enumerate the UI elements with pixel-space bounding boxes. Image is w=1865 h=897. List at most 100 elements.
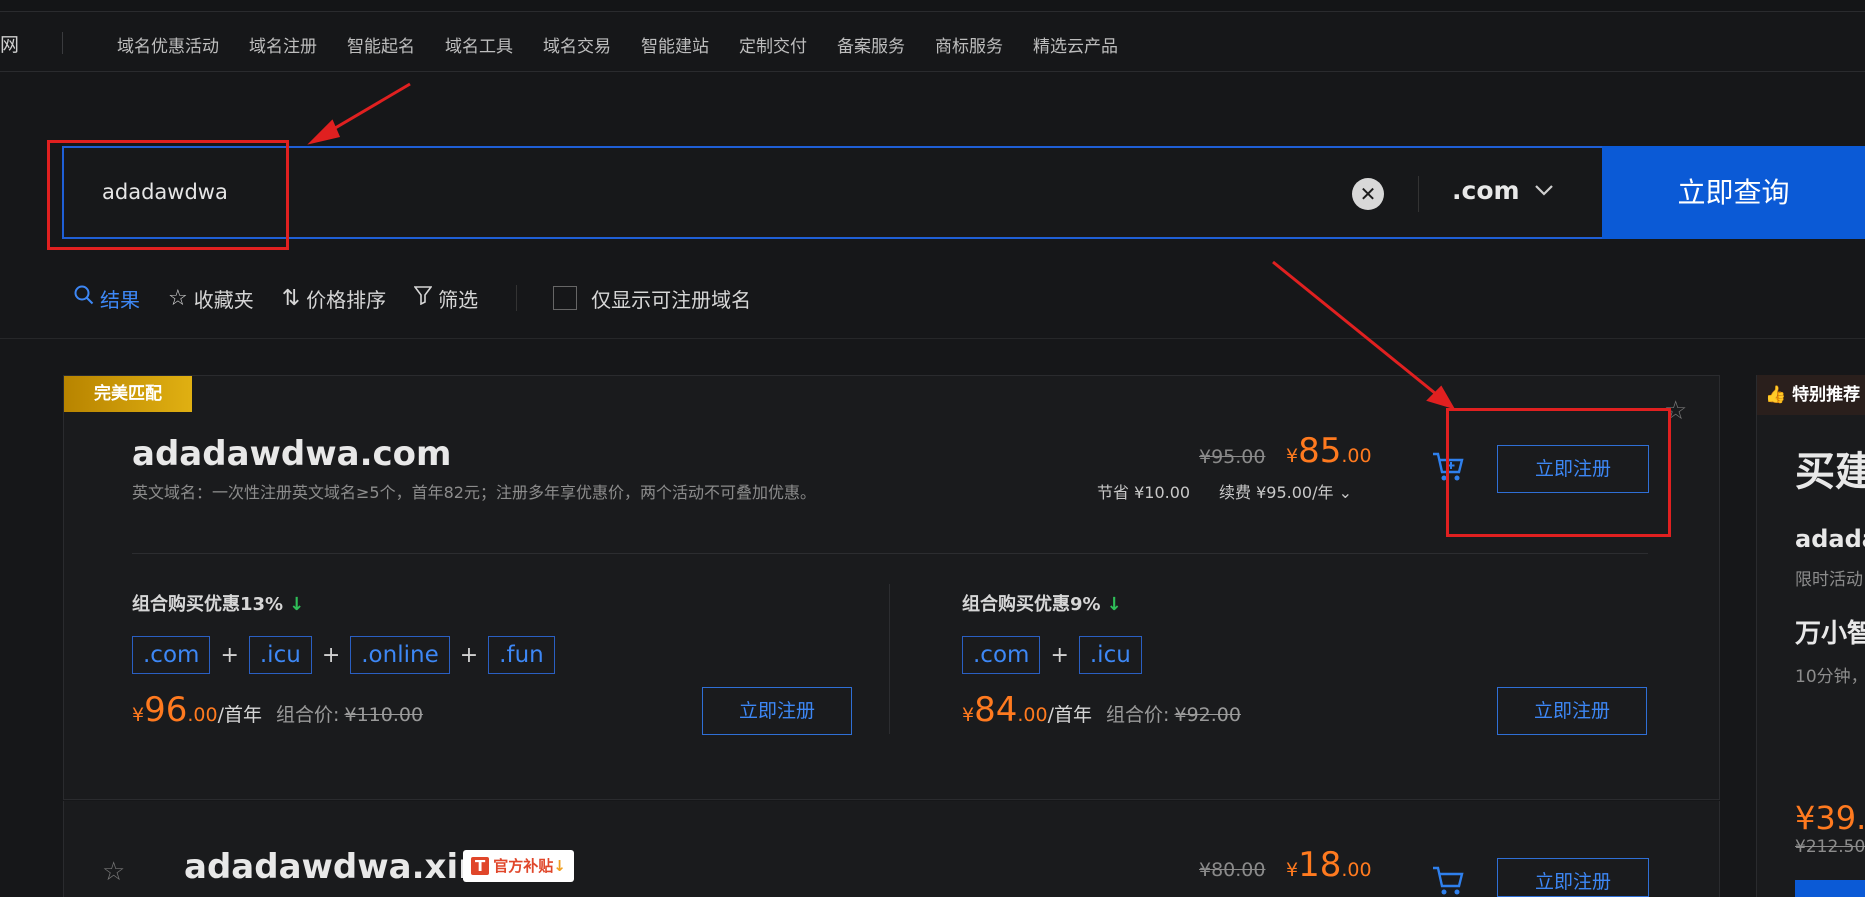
cart-icon[interactable]	[1431, 865, 1465, 897]
plus-sign: +	[220, 642, 239, 668]
filter-label: 筛选	[438, 287, 479, 312]
side-price: ¥39.0	[1795, 799, 1865, 837]
nav-item-domain-register[interactable]: 域名注册	[249, 32, 317, 57]
tld-select[interactable]: .com	[1452, 176, 1554, 205]
tab-favorites-label: 收藏夹	[193, 287, 254, 312]
tld-tag[interactable]: .com	[962, 636, 1041, 674]
nav-item-smart-naming[interactable]: 智能起名	[347, 32, 415, 57]
down-arrow-icon: ↓	[289, 594, 305, 615]
tld-tag[interactable]: .fun	[488, 636, 555, 674]
current-price: ¥85.00	[1286, 431, 1372, 471]
price-dec: .00	[1017, 704, 1048, 726]
only-available-checkbox[interactable]	[553, 286, 578, 310]
favorite-star-icon[interactable]: ☆	[102, 857, 125, 887]
plus-sign: +	[459, 642, 479, 668]
star-icon: ☆	[168, 285, 188, 311]
combo-price: ¥84.00/首年 组合价: ¥92.00	[962, 690, 1241, 730]
current-price: ¥18.00	[1286, 845, 1372, 885]
tld-tag[interactable]: .icu	[248, 636, 312, 674]
clear-icon[interactable]: ✕	[1352, 178, 1384, 210]
currency-symbol: ¥	[1286, 445, 1299, 467]
sort-icon: ⇅	[281, 285, 301, 311]
price-dec: .00	[1341, 445, 1372, 467]
toolbar-divider-line	[0, 338, 1865, 339]
tld-value: .com	[1452, 176, 1520, 205]
search-bar: adadawdwa ✕ .com	[62, 146, 1607, 239]
combo-title: 组合购买优惠13% ↓	[132, 590, 304, 616]
combo-divider	[889, 584, 890, 734]
renew-price[interactable]: 续费 ¥95.00/年 ⌄	[1219, 479, 1352, 503]
side-header: 👍 特别推荐	[1757, 375, 1865, 415]
search-button[interactable]: 立即查询	[1602, 146, 1865, 239]
tab-results-label: 结果	[100, 287, 140, 312]
annotation-box-search	[47, 140, 289, 250]
domain-description: 英文域名：一次性注册英文域名≥5个，首年82元；注册多年享优惠价，两个活动不可叠…	[132, 483, 816, 502]
tld-tag[interactable]: .com	[132, 636, 211, 674]
price-unit: /首年	[1047, 704, 1092, 726]
thumbs-up-icon: 👍	[1765, 385, 1787, 405]
tab-favorites[interactable]: ☆ 收藏夹	[168, 284, 254, 313]
side-title: 买建	[1795, 449, 1865, 495]
subsidy-mark: T	[471, 857, 490, 875]
filter-button[interactable]: 筛选	[413, 284, 479, 313]
nav-item-domain-promo[interactable]: 域名优惠活动	[117, 32, 219, 57]
side-domain: adada	[1795, 525, 1865, 553]
only-available-label: 仅显示可注册域名	[591, 287, 752, 312]
side-buy-button[interactable]	[1795, 880, 1865, 897]
plus-sign: +	[321, 642, 341, 668]
side-product-name: 万小智	[1795, 619, 1865, 649]
chevron-down-icon	[1534, 180, 1554, 201]
tld-tag[interactable]: .icu	[1078, 636, 1142, 674]
nav-item-trademark[interactable]: 商标服务	[935, 32, 1003, 57]
result-toolbar: 结果 ☆ 收藏夹 ⇅ 价格排序 筛选 仅显示可注册域名	[74, 283, 751, 313]
register-button[interactable]: 立即注册	[1497, 858, 1649, 897]
original-price: ¥95.00	[1199, 446, 1266, 468]
combo-register-button[interactable]: 立即注册	[702, 687, 852, 735]
nav-item-site-builder[interactable]: 智能建站	[641, 32, 709, 57]
subsidy-label: 官方补贴	[493, 857, 554, 875]
nav-item-domain-tools[interactable]: 域名工具	[445, 32, 513, 57]
combo-original-price: ¥92.00	[1174, 704, 1241, 726]
price-int: 18	[1298, 845, 1342, 885]
renew-price-text: 续费 ¥95.00/年	[1219, 483, 1334, 502]
currency-symbol: ¥	[1286, 859, 1299, 881]
combo-title-text: 组合购买优惠13%	[132, 594, 284, 615]
nav-item-domain-trade[interactable]: 域名交易	[543, 32, 611, 57]
price-int: 96	[144, 690, 188, 730]
combo-tags: .com + .icu + .online + .fun	[132, 636, 555, 674]
combo-original-price: ¥110.00	[344, 704, 424, 726]
nav-item-icp-filing[interactable]: 备案服务	[837, 32, 905, 57]
combo-price-label: 组合价:	[275, 704, 340, 726]
combo-register-button[interactable]: 立即注册	[1497, 687, 1647, 735]
sort-label: 价格排序	[306, 287, 387, 312]
price-dec: .00	[187, 704, 218, 726]
side-subtitle: 限时活动	[1795, 570, 1863, 590]
save-amount: 节省 ¥10.00	[1097, 483, 1191, 502]
down-arrow-icon: ↓	[1106, 594, 1122, 615]
result-card: ☆ adadawdwa.xin T 官方补贴↓ ¥80.00 ¥18.00 立即注…	[63, 801, 1720, 897]
nav-items: 域名优惠活动 域名注册 智能起名 域名工具 域名交易 智能建站 定制交付 备案服…	[117, 32, 1148, 57]
tab-results[interactable]: 结果	[74, 284, 140, 313]
nav-separator	[62, 32, 63, 54]
official-subsidy-badge: T 官方补贴↓	[463, 850, 574, 882]
annotation-box-register	[1446, 408, 1671, 537]
sort-by-price[interactable]: ⇅ 价格排序	[282, 284, 386, 313]
price-dec: .00	[1341, 859, 1372, 881]
price-int: 85	[1298, 431, 1342, 471]
combo-tags: .com + .icu	[962, 636, 1142, 674]
window-top-strip	[0, 0, 1865, 12]
search-icon	[74, 285, 94, 311]
domain-name: adadawdwa.com	[132, 434, 452, 474]
combo-title: 组合购买优惠9% ↓	[962, 590, 1122, 616]
combo-title-text: 组合购买优惠9%	[962, 594, 1101, 615]
brand-text: 网	[0, 34, 20, 56]
nav-item-custom-delivery[interactable]: 定制交付	[739, 32, 807, 57]
tld-tag[interactable]: .online	[350, 636, 450, 674]
side-product-desc: 10分钟，	[1795, 667, 1865, 687]
side-header-label: 特别推荐	[1792, 385, 1861, 405]
currency-symbol: ¥	[132, 704, 145, 726]
original-price: ¥80.00	[1199, 859, 1266, 881]
nav-item-cloud-products[interactable]: 精选云产品	[1033, 32, 1118, 57]
card-divider	[132, 553, 1648, 554]
plus-sign: +	[1050, 642, 1069, 668]
